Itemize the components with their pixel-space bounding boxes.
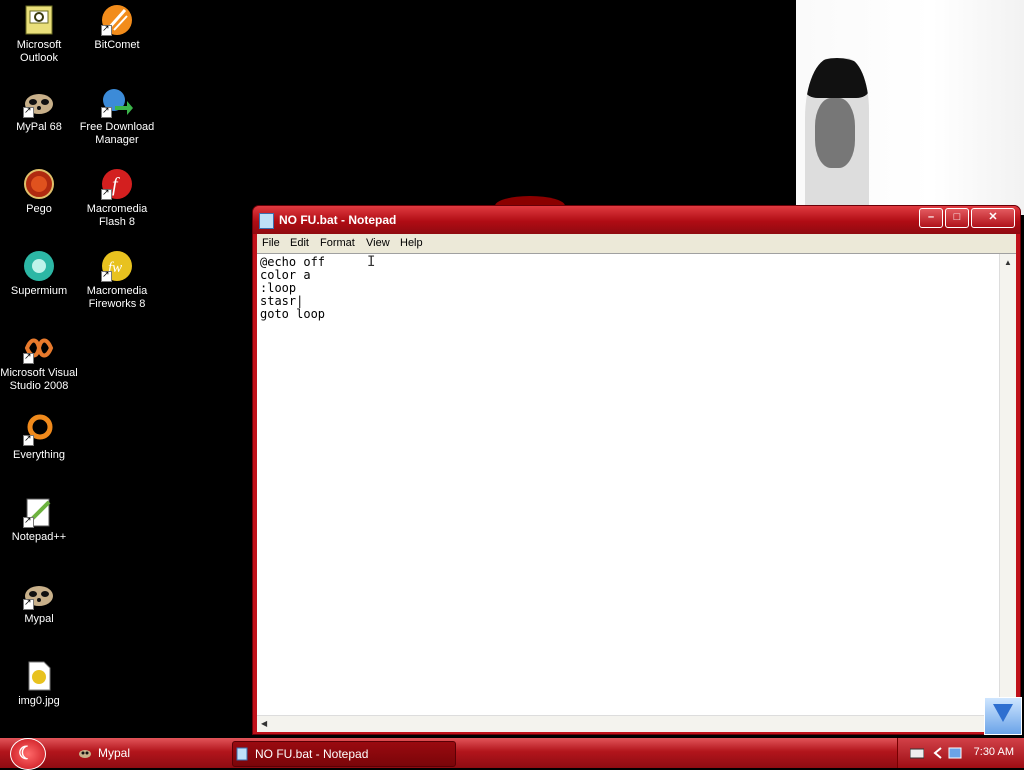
ibeam-cursor-icon: I [367,254,376,270]
window-title: NO FU.bat - Notepad [279,213,397,227]
visual-studio-icon [23,332,55,364]
menu-edit[interactable]: Edit [290,237,309,249]
horizontal-scrollbar[interactable]: ◀ [257,715,1000,732]
keyboard-icon[interactable] [910,747,924,759]
outlook-icon [23,4,55,36]
fireworks-icon: fw [101,250,133,282]
start-logo-icon: ☾ [18,743,35,763]
notepad-window[interactable]: NO FU.bat - Notepad – □ ✕ File Edit Form… [252,205,1021,735]
clock[interactable]: 7:30 AM [974,746,1014,758]
minimize-button[interactable]: – [919,208,943,228]
menu-file[interactable]: File [262,237,280,249]
title-bar[interactable]: NO FU.bat - Notepad – □ ✕ [253,206,1020,234]
menu-help[interactable]: Help [400,237,423,249]
desktop-icon-supermium[interactable]: Supermium [0,250,78,298]
mypal-icon [79,750,91,758]
desktop-icon-outlook[interactable]: Microsoft Outlook [0,4,78,65]
notepad-icon [259,213,274,229]
menu-view[interactable]: View [366,237,390,249]
desktop-icon-visual-studio[interactable]: Microsoft Visual Studio 2008 [0,332,78,393]
mypal-icon [23,578,55,610]
supermium-icon [23,250,55,282]
flash-icon: f [101,168,133,200]
menu-bar: File Edit Format View Help [257,234,1016,253]
taskbar: ☾ Mypal NO FU.bat - Notepad 7:30 AM [0,738,1024,770]
task-mypal[interactable]: Mypal [76,741,238,765]
scroll-left-arrow-icon[interactable]: ◀ [261,719,267,728]
download-drop-target[interactable] [984,697,1022,735]
wallpaper-figure [805,58,869,208]
pego-icon [23,168,55,200]
notepad-icon [236,747,248,761]
desktop-icon-pego[interactable]: Pego [0,168,78,216]
fdm-icon [101,86,133,118]
editor-content[interactable]: @echo off color a :loop stasr| goto loop [260,256,325,321]
bitcomet-icon [101,4,133,36]
close-button[interactable]: ✕ [971,208,1015,228]
desktop-icon-img0[interactable]: img0.jpg [0,660,78,708]
everything-icon [23,414,55,446]
text-editor[interactable]: @echo off color a :loop stasr| goto loop… [257,253,1016,732]
vertical-scrollbar[interactable]: ▲ [999,254,1016,715]
desktop-icon-free-download-manager[interactable]: Free Download Manager [78,86,156,147]
network-icon[interactable] [948,747,962,759]
desktop-icon-mypal[interactable]: Mypal [0,578,78,626]
desktop-icon-mypal-68[interactable]: MyPal 68 [0,86,78,134]
desktop-icon-notepadpp[interactable]: Notepad++ [0,496,78,544]
desktop-icon-everything[interactable]: Everything [0,414,78,462]
desktop-icon-fireworks[interactable]: fw Macromedia Fireworks 8 [78,250,156,311]
image-file-icon [23,660,55,692]
start-button[interactable]: ☾ [10,738,46,770]
maximize-button[interactable]: □ [945,208,969,228]
desktop-icon-bitcomet[interactable]: BitComet [78,4,156,52]
chevron-left-icon[interactable] [932,747,946,759]
download-arrow-icon [993,704,1013,722]
mypal-icon [23,86,55,118]
system-tray: 7:30 AM [897,738,1024,768]
desktop-icon-flash[interactable]: f Macromedia Flash 8 [78,168,156,229]
notepadpp-icon [23,496,55,528]
task-notepad[interactable]: NO FU.bat - Notepad [232,741,456,767]
menu-format[interactable]: Format [320,237,355,249]
scroll-up-arrow-icon[interactable]: ▲ [1004,258,1012,267]
